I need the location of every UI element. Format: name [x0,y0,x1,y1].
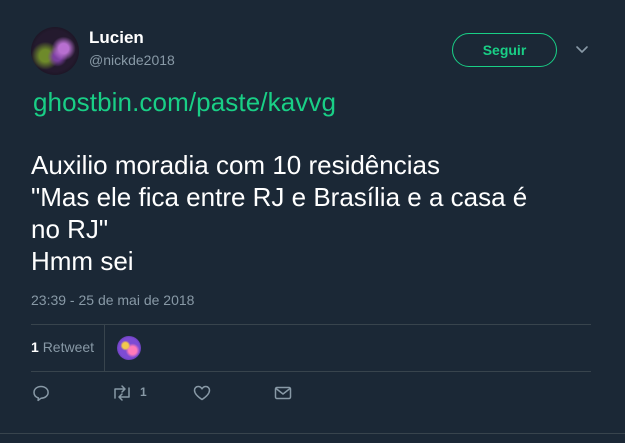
retweet-stat-label: Retweet [42,339,95,355]
heart-icon [193,385,211,401]
envelope-icon [274,386,292,400]
follow-button[interactable]: Seguir [452,33,557,67]
reply-icon [33,385,49,402]
retweet-button[interactable]: 1 [111,383,147,403]
tweet-actions: 1 [31,383,591,407]
tweet-text-line: no RJ" [31,214,109,244]
retweeter-avatar[interactable] [117,336,141,360]
retweet-icon [114,385,130,401]
tweet-stats: 1 Retweet [31,324,591,372]
tweet-link[interactable]: ghostbin.com/paste/kavvg [33,87,336,118]
tweet-text-line: "Mas ele fica entre RJ e Brasília e a ca… [31,182,528,212]
stats-divider [104,325,105,372]
reply-button[interactable] [31,383,51,403]
tweet-text: Auxilio moradia com 10 residências "Mas … [31,149,601,277]
tweet-text-line: Hmm sei [31,246,134,276]
chevron-down-icon[interactable] [575,42,589,56]
user-avatar[interactable] [31,27,79,75]
tweet-timestamp[interactable]: 23:39 - 25 de mai de 2018 [31,292,194,308]
display-name[interactable]: Lucien [89,28,144,48]
tweet-bottom-divider [0,433,625,434]
retweet-stat-count: 1 [31,339,39,355]
user-handle[interactable]: @nickde2018 [89,52,175,68]
like-button[interactable] [192,383,212,403]
retweet-action-count: 1 [140,385,147,399]
retweet-stat[interactable]: 1 Retweet [31,339,94,355]
direct-message-button[interactable] [273,383,293,403]
tweet-text-line: Auxilio moradia com 10 residências [31,150,440,180]
